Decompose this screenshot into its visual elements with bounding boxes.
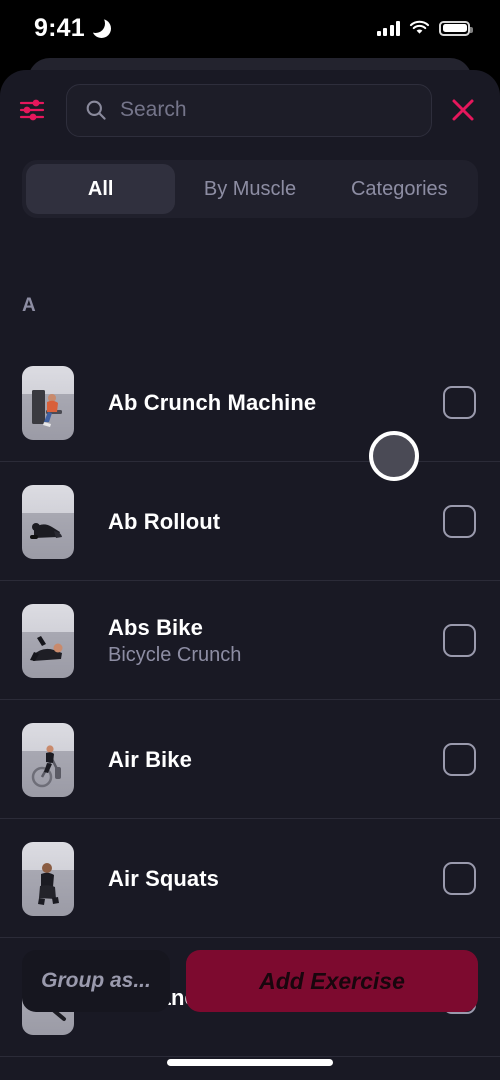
app-screen: 9:41 Search All By Muscle Categories A A… xyxy=(0,0,500,1080)
exercise-picker-sheet: All By Muscle Categories A xyxy=(0,70,500,1080)
row-text: Ab Crunch Machine xyxy=(74,390,443,416)
exercise-name: Abs Bike xyxy=(108,614,203,640)
search-input[interactable] xyxy=(120,98,413,122)
status-bar-clock: 9:41 xyxy=(34,13,85,42)
close-x-icon xyxy=(452,99,474,121)
ab-rollout-thumb xyxy=(22,484,74,559)
exercise-checkbox[interactable] xyxy=(443,862,476,895)
table-row[interactable]: Ab Rollout xyxy=(0,462,500,581)
air-squats-thumb xyxy=(22,841,74,916)
filter-button[interactable] xyxy=(8,86,56,134)
table-row[interactable]: Abs Bike Bicycle Crunch xyxy=(0,581,500,700)
exercise-name: Ab Crunch Machine xyxy=(108,389,317,415)
table-row[interactable]: Air Bike xyxy=(0,700,500,819)
tab-by-muscle[interactable]: By Muscle xyxy=(175,164,324,214)
wifi-icon xyxy=(409,20,430,34)
exercise-name: Ab Rollout xyxy=(108,508,221,534)
home-indicator xyxy=(167,1059,333,1066)
filter-tabs: All By Muscle Categories xyxy=(22,160,478,218)
moon-icon xyxy=(85,13,111,38)
group-as-button[interactable]: Group as... xyxy=(22,950,170,1012)
sliders-filter-icon xyxy=(19,99,45,121)
table-row[interactable]: Air Squats xyxy=(0,819,500,938)
exercise-checkbox[interactable] xyxy=(443,505,476,538)
bottom-action-bar: Group as... Add Exercise xyxy=(0,950,500,1012)
status-bar: 9:41 xyxy=(0,0,500,56)
tab-categories[interactable]: Categories xyxy=(325,164,474,214)
exercise-checkbox[interactable] xyxy=(443,743,476,776)
row-text: Air Bike xyxy=(74,747,443,773)
exercise-checkbox[interactable] xyxy=(443,624,476,657)
exercise-alias: Bicycle Crunch xyxy=(108,643,242,666)
exercise-name: Air Bike xyxy=(108,746,192,772)
exercise-name: Air Squats xyxy=(108,865,220,891)
add-exercise-button[interactable]: Add Exercise xyxy=(186,950,478,1012)
cellular-signal-icon xyxy=(376,20,400,36)
air-bike-thumb xyxy=(22,722,74,797)
status-bar-left: 9:41 xyxy=(34,13,111,43)
row-text: Air Squats xyxy=(74,866,443,892)
search-toolbar xyxy=(0,70,500,150)
tab-all[interactable]: All xyxy=(26,164,176,214)
ab-crunch-machine-thumb xyxy=(22,365,74,440)
exercise-checkbox[interactable] xyxy=(443,386,476,419)
section-header-a: A xyxy=(22,295,37,316)
search-icon xyxy=(86,100,106,120)
abs-bike-thumb xyxy=(22,603,74,678)
row-text: Ab Rollout xyxy=(74,509,443,535)
close-button[interactable] xyxy=(442,89,484,131)
row-text: Abs Bike Bicycle Crunch xyxy=(74,615,443,667)
battery-full-icon xyxy=(439,20,473,36)
status-bar-right xyxy=(376,20,473,36)
table-row[interactable]: Ab Crunch Machine xyxy=(0,343,500,462)
search-field[interactable] xyxy=(66,83,432,137)
